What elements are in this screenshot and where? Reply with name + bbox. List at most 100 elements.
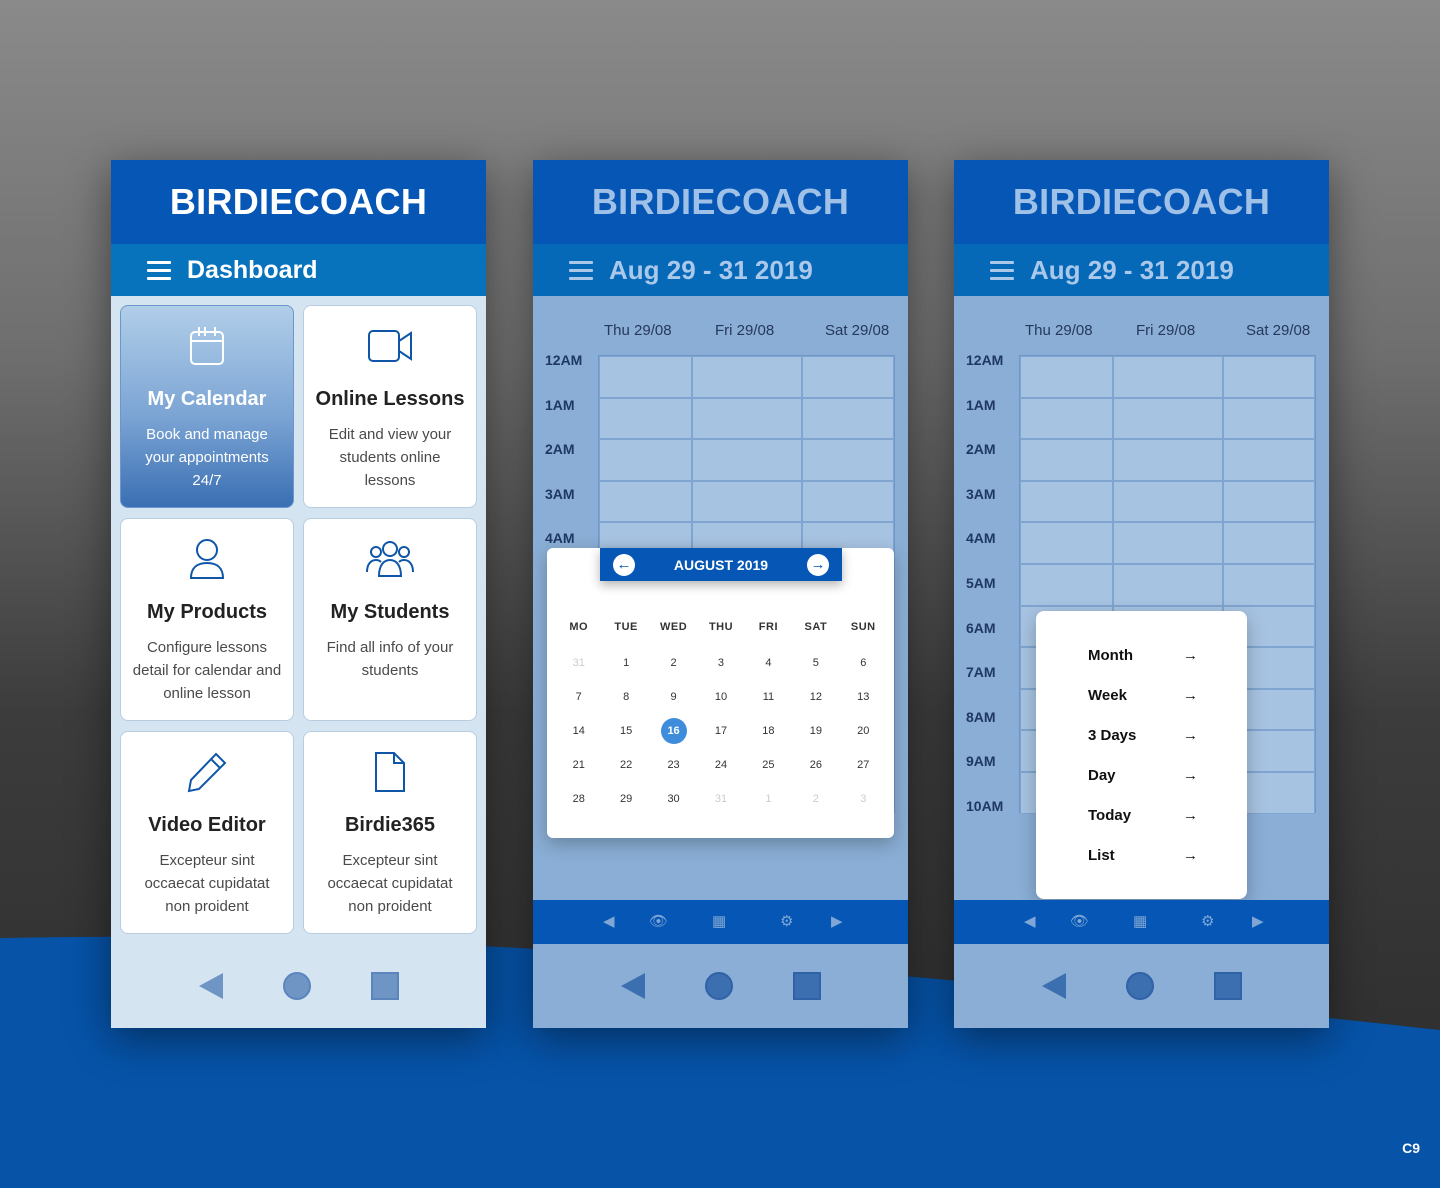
recents-icon[interactable] [1213,972,1242,1000]
pencil-icon [121,750,293,794]
back-icon[interactable] [1041,973,1066,999]
date-cell[interactable]: 6 [840,652,887,674]
arrow-right-icon: → [1183,847,1198,864]
date-cell[interactable]: 28 [555,788,602,810]
date-cell[interactable]: 5 [792,652,839,674]
home-icon[interactable] [1125,972,1154,1000]
date-cell[interactable]: 1 [602,652,649,674]
date-cell[interactable]: 7 [555,686,602,708]
date-cell[interactable]: 22 [602,754,649,776]
date-cell[interactable]: 18 [745,720,792,742]
card-my-calendar[interactable]: My Calendar Book and manage your appoint… [120,305,294,508]
menu-item-week[interactable]: Week → [1088,687,1198,704]
back-icon[interactable] [620,973,645,999]
recents-icon[interactable] [792,972,821,1000]
date-cell[interactable]: 1 [745,788,792,810]
selected-date-cell[interactable]: 16 [650,718,697,744]
card-my-products[interactable]: My Products Configure lessons detail for… [120,518,294,721]
prev-icon[interactable]: ◀ [1024,912,1036,930]
day-headers: Thu 29/08 Fri 29/08 Sat 29/08 [533,322,908,342]
calendar-phone-picker: BIRDIECOACH Aug 29 - 31 2019 Thu 29/08 F… [533,160,908,1028]
date-cell[interactable]: 31 [697,788,744,810]
date-cell[interactable]: 12 [792,686,839,708]
date-cell[interactable]: 25 [745,754,792,776]
menu-item-3-days[interactable]: 3 Days → [1088,727,1198,744]
menu-item-today[interactable]: Today → [1088,807,1198,824]
date-cell[interactable]: 27 [840,754,887,776]
date-cell[interactable]: 13 [840,686,887,708]
time-label: 6AM [966,619,996,636]
weekday-label: SAT [804,621,828,633]
date-cell[interactable]: 3 [840,788,887,810]
hamburger-menu-icon[interactable] [569,260,593,280]
back-icon[interactable] [198,973,223,999]
date-cell[interactable]: 4 [745,652,792,674]
date-cell[interactable]: 2 [650,652,697,674]
calendar-icon[interactable]: ▦ [1133,912,1147,930]
prev-month-button[interactable]: ← [613,554,635,576]
weekday-label: FRI [758,621,779,633]
view-menu: Month → Week → 3 Days → Day → Today → List → [1036,611,1247,899]
date-cell[interactable]: 26 [792,754,839,776]
menu-item-month[interactable]: Month → [1088,647,1198,664]
next-icon[interactable]: ▶ [831,912,843,930]
prev-icon[interactable]: ◀ [603,912,615,930]
date-cell[interactable]: 31 [555,652,602,674]
next-month-button[interactable]: → [807,554,829,576]
date-cell[interactable]: 15 [602,720,649,742]
calendar-icon[interactable]: ▦ [712,912,726,930]
hamburger-menu-icon[interactable] [990,260,1014,280]
time-label: 10AM [966,797,1004,814]
arrow-right-icon: → [1183,687,1198,704]
date-cell[interactable]: 23 [650,754,697,776]
week-row: 14 15 16 17 18 19 20 [555,718,887,744]
week-row: 7 8 9 10 11 12 13 [555,686,887,708]
next-icon[interactable]: ▶ [1252,912,1264,930]
card-title: Video Editor [148,814,266,836]
date-cell[interactable]: 20 [840,720,887,742]
date-cell[interactable]: 17 [697,720,744,742]
card-my-students[interactable]: My Students Find all info of your studen… [303,518,477,721]
day-header: Fri 29/08 [715,322,775,339]
group-icon [304,537,476,581]
date-cell[interactable]: 10 [697,686,744,708]
time-column: 12AM 1AM 2AM 3AM 4AM [545,352,597,575]
time-label: 12AM [545,352,583,368]
arrow-right-icon: → [1183,727,1198,744]
date-cell[interactable]: 9 [650,686,697,708]
date-cell[interactable]: 8 [602,686,649,708]
date-cell[interactable]: 21 [555,754,602,776]
eye-icon[interactable]: 👁 [649,912,668,930]
document-icon [304,750,476,794]
date-cell[interactable]: 3 [697,652,744,674]
card-video-editor[interactable]: Video Editor Excepteur sint occaecat cup… [120,731,294,934]
home-icon[interactable] [282,972,311,1000]
time-label: 2AM [966,441,996,458]
selected-date: 16 [660,718,687,744]
menu-item-list[interactable]: List → [1088,847,1198,864]
time-label: 3AM [545,485,575,502]
gear-icon[interactable]: ⚙ [1201,912,1214,930]
date-cell[interactable]: 30 [650,788,697,810]
date-cell[interactable]: 29 [602,788,649,810]
card-birdie365[interactable]: Birdie365 Excepteur sint occaecat cupida… [303,731,477,934]
home-icon[interactable] [704,972,733,1000]
eye-icon[interactable]: 👁 [1070,912,1089,930]
date-cell[interactable]: 24 [697,754,744,776]
gear-icon[interactable]: ⚙ [780,912,793,930]
week-row: 28 29 30 31 1 2 3 [555,788,887,810]
menu-item-label: Today [1088,807,1132,824]
time-label: 8AM [966,708,996,725]
page-title: Dashboard [187,255,318,284]
recents-icon[interactable] [370,972,399,1000]
date-cell[interactable]: 14 [555,720,602,742]
date-cell[interactable]: 2 [792,788,839,810]
hamburger-menu-icon[interactable] [147,260,171,280]
card-online-lessons[interactable]: Online Lessons Edit and view your studen… [303,305,477,508]
time-label: 9AM [966,753,996,770]
card-title: My Students [330,601,450,623]
date-cell[interactable]: 19 [792,720,839,742]
date-cell[interactable]: 11 [745,686,792,708]
menu-item-day[interactable]: Day → [1088,767,1198,784]
card-description: Find all info of your students [326,639,454,679]
